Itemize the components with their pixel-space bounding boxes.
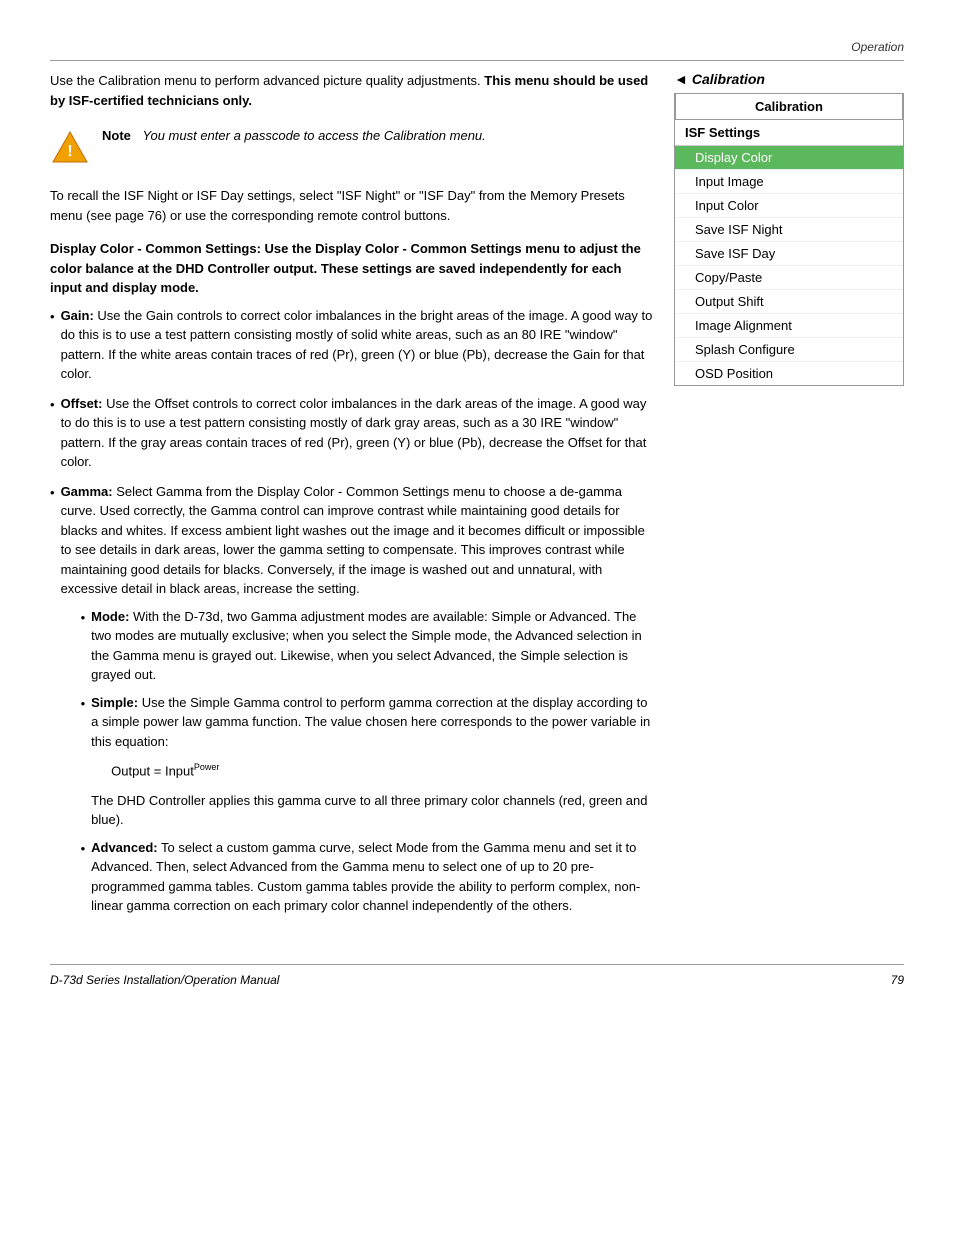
bullet-dot-gamma: • [50,483,55,503]
recall-paragraph: To recall the ISF Night or ISF Day setti… [50,186,654,225]
menu-item-save-isf-night[interactable]: Save ISF Night [675,218,903,242]
menu-item-image-alignment[interactable]: Image Alignment [675,314,903,338]
menu-items-list: Display ColorInput ImageInput ColorSave … [675,146,903,385]
calibration-menu: Calibration ISF Settings Display ColorIn… [674,93,904,386]
menu-item-input-color[interactable]: Input Color [675,194,903,218]
gamma-term: Gamma: [61,484,113,499]
main-bullet-list: • Gain: Use the Gain controls to correct… [50,306,654,924]
menu-item-save-isf-day[interactable]: Save ISF Day [675,242,903,266]
offset-body: Use the Offset controls to correct color… [61,396,647,470]
sub-bullet-advanced: • Advanced: To select a custom gamma cur… [81,838,654,916]
sidebar-calibration-label: ◄ Calibration [674,71,904,87]
bullet-dot-advanced: • [81,839,86,859]
gamma-sub-list: • Mode: With the D-73d, two Gamma adjust… [81,607,654,830]
gamma-text: Gamma: Select Gamma from the Display Col… [61,484,645,597]
equation-block: Output = InputPower [111,761,654,781]
sidebar-title-italic: Calibration [692,71,765,87]
after-equation-text: The DHD Controller applies this gamma cu… [91,791,654,830]
offset-term: Offset: [61,396,103,411]
bullet-offset-text: Offset: Use the Offset controls to corre… [61,394,654,472]
bullet-dot-offset: • [50,395,55,415]
intro-normal: Use the Calibration menu to perform adva… [50,73,484,88]
header-text: Operation [851,40,904,54]
menu-item-splash-configure[interactable]: Splash Configure [675,338,903,362]
simple-text: Simple: Use the Simple Gamma control to … [91,695,650,749]
menu-item-display-color[interactable]: Display Color [675,146,903,170]
gamma-body: Select Gamma from the Display Color - Co… [61,484,645,597]
intro-paragraph: Use the Calibration menu to perform adva… [50,71,654,110]
page-footer: D-73d Series Installation/Operation Manu… [50,973,904,987]
simple-body: Use the Simple Gamma control to perform … [91,695,650,749]
note-body: You must enter a passcode to access the … [143,128,486,143]
mode-term: Mode: [91,609,129,624]
main-content: Use the Calibration menu to perform adva… [50,71,654,934]
sidebar-arrow: ◄ [674,71,688,87]
footer-page: 79 [891,973,904,987]
simple-content: Simple: Use the Simple Gamma control to … [91,693,654,830]
sidebar: ◄ Calibration Calibration ISF Settings D… [674,71,904,934]
bullet-gamma: • Gamma: Select Gamma from the Display C… [50,482,654,924]
note-label: Note [102,128,131,143]
bullet-dot-simple: • [81,694,86,714]
menu-item-osd-position[interactable]: OSD Position [675,362,903,385]
footer-divider [50,964,904,965]
gamma-sub-list-2: • Advanced: To select a custom gamma cur… [81,838,654,916]
advanced-term: Advanced: [91,840,157,855]
page-container: Operation Use the Calibration menu to pe… [0,0,954,1235]
advanced-text: Advanced: To select a custom gamma curve… [91,838,654,916]
page-header: Operation [50,40,904,54]
sub-bullet-simple: • Simple: Use the Simple Gamma control t… [81,693,654,830]
bullet-gain: • Gain: Use the Gain controls to correct… [50,306,654,384]
warning-icon: ! [50,128,90,168]
bullet-offset: • Offset: Use the Offset controls to cor… [50,394,654,472]
menu-item-output-shift[interactable]: Output Shift [675,290,903,314]
gain-term: Gain: [61,308,94,323]
bullet-dot-mode: • [81,608,86,628]
isf-settings-header: ISF Settings [675,120,903,146]
heading-bold: Display Color - Common Settings: [50,241,261,256]
mode-body: With the D-73d, two Gamma adjustment mod… [91,609,642,683]
footer-left: D-73d Series Installation/Operation Manu… [50,973,279,987]
bullet-gain-text: Gain: Use the Gain controls to correct c… [61,306,654,384]
equation-text: Output = Input [111,763,194,778]
menu-item-copy/paste[interactable]: Copy/Paste [675,266,903,290]
simple-term: Simple: [91,695,138,710]
equation-superscript: Power [194,762,220,772]
calibration-menu-header: Calibration [675,93,903,120]
menu-item-input-image[interactable]: Input Image [675,170,903,194]
header-divider [50,60,904,61]
note-content: Note You must enter a passcode to access… [102,126,486,146]
content-area: Use the Calibration menu to perform adva… [50,71,904,934]
sub-bullet-mode: • Mode: With the D-73d, two Gamma adjust… [81,607,654,685]
bullet-dot-gain: • [50,307,55,327]
note-box: ! Note You must enter a passcode to acce… [50,126,654,168]
gain-body: Use the Gain controls to correct color i… [61,308,653,382]
advanced-body: To select a custom gamma curve, select M… [91,840,640,914]
mode-text: Mode: With the D-73d, two Gamma adjustme… [91,607,654,685]
svg-text:!: ! [67,143,72,160]
bullet-gamma-content: Gamma: Select Gamma from the Display Col… [61,482,654,924]
display-color-heading: Display Color - Common Settings: Use the… [50,239,654,298]
